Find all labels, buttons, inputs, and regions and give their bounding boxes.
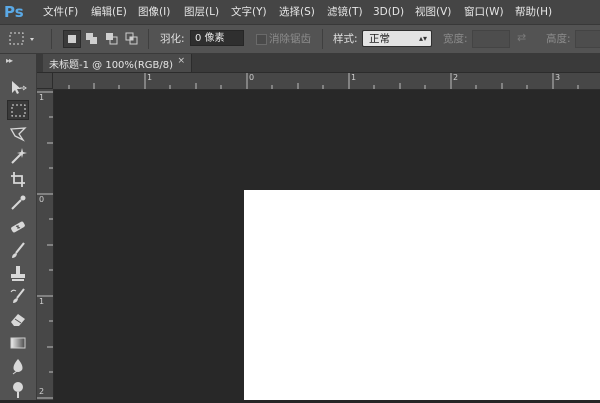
separator (51, 29, 52, 49)
clone-stamp-icon (11, 266, 25, 281)
menu-type[interactable]: 文字(Y) (231, 0, 267, 24)
antialias-checkbox[interactable] (256, 34, 267, 45)
crop-tool-icon (11, 172, 25, 187)
document-tab-title: 未标题-1 @ 100%(RGB/8) (49, 60, 174, 71)
menu-bar: Ps 文件(F) 编辑(E) 图像(I) 图层(L) 文字(Y) 选择(S) 滤… (0, 0, 600, 25)
marquee-tool[interactable] (7, 100, 29, 120)
menu-edit[interactable]: 编辑(E) (91, 0, 127, 24)
ruler-corner[interactable] (37, 73, 53, 89)
clone-stamp-tool[interactable] (7, 263, 29, 283)
menu-filter[interactable]: 滤镜(T) (327, 0, 363, 24)
marquee-preset-icon (9, 32, 34, 45)
ruler-label: 0 (249, 73, 255, 82)
eraser-icon (11, 314, 25, 326)
magic-wand-icon (11, 148, 27, 164)
vertical-ruler-ticks (37, 91, 53, 399)
ruler-label: 2 (39, 387, 45, 396)
feather-input[interactable]: 0 像素 (190, 30, 244, 46)
vertical-ruler[interactable]: 1 0 1 2 (37, 89, 54, 400)
blur-tool[interactable] (7, 356, 29, 376)
width-input[interactable] (472, 30, 510, 48)
document-tab[interactable]: 未标题-1 @ 100%(RGB/8) × (43, 54, 192, 72)
collapse-panel-icon[interactable]: ▸▸ (6, 56, 13, 65)
ruler-label: 0 (39, 195, 45, 204)
move-tool[interactable] (7, 78, 29, 98)
gradient-tool[interactable] (7, 333, 29, 353)
ruler-label: 1 (147, 73, 153, 82)
magic-wand-tool[interactable] (7, 146, 29, 166)
menu-help[interactable]: 帮助(H) (515, 0, 552, 24)
horizontal-ruler-ticks (68, 73, 579, 89)
separator (322, 29, 323, 49)
subtract-selection-button[interactable] (103, 30, 121, 48)
intersect-selection-icon (125, 32, 138, 45)
feather-label: 羽化: (160, 33, 185, 45)
ruler-label: 2 (453, 73, 459, 82)
intersect-selection-button[interactable] (123, 30, 141, 48)
brush-tool-icon (12, 242, 25, 258)
width-label: 宽度: (443, 33, 468, 45)
menu-select[interactable]: 选择(S) (279, 0, 315, 24)
lasso-tool[interactable] (7, 124, 29, 144)
history-brush-icon (10, 288, 25, 303)
style-select[interactable]: 正常 ▴▾ (362, 30, 432, 47)
chevron-updown-icon: ▴▾ (418, 34, 427, 43)
style-value: 正常 (369, 33, 390, 45)
marquee-tool-icon (11, 104, 26, 117)
ruler-label: 1 (39, 297, 45, 306)
eyedropper-tool[interactable] (7, 192, 29, 212)
close-icon[interactable]: × (177, 56, 185, 66)
ruler-label: 1 (39, 93, 45, 102)
menu-image[interactable]: 图像(I) (138, 0, 170, 24)
height-input[interactable] (575, 30, 600, 48)
add-selection-button[interactable] (83, 30, 101, 48)
height-label: 高度: (546, 33, 571, 45)
gradient-tool-icon (10, 337, 26, 349)
add-selection-icon (86, 33, 97, 44)
healing-brush-tool[interactable] (7, 217, 29, 237)
menu-layer[interactable]: 图层(L) (184, 0, 219, 24)
document-tab-bar: 未标题-1 @ 100%(RGB/8) × (37, 54, 600, 73)
lasso-tool-icon (9, 127, 27, 142)
menu-window[interactable]: 窗口(W) (464, 0, 504, 24)
ruler-label: 3 (555, 73, 561, 82)
new-selection-button[interactable] (63, 30, 81, 48)
dodge-tool-icon (13, 382, 23, 398)
style-label: 样式: (333, 33, 358, 45)
antialias-label: 消除锯齿 (269, 33, 311, 45)
healing-brush-icon (11, 221, 25, 233)
app-logo: Ps (4, 3, 24, 21)
brush-tool[interactable] (7, 240, 29, 260)
menu-view[interactable]: 视图(V) (415, 0, 451, 24)
swap-icon[interactable]: ⇄ (517, 31, 531, 45)
eraser-tool[interactable] (7, 309, 29, 329)
eyedropper-icon (11, 195, 26, 210)
ruler-label: 1 (351, 73, 357, 82)
new-selection-icon (68, 35, 76, 43)
horizontal-ruler[interactable]: 1 0 1 2 3 (53, 73, 600, 90)
tool-preset-picker[interactable] (8, 30, 40, 48)
subtract-selection-icon (106, 33, 118, 45)
menu-file[interactable]: 文件(F) (43, 0, 78, 24)
document-canvas[interactable] (244, 190, 600, 400)
history-brush-tool[interactable] (7, 286, 29, 306)
blur-tool-icon (12, 359, 23, 375)
separator (148, 29, 149, 49)
crop-tool[interactable] (7, 169, 29, 189)
options-bar: 羽化: 0 像素 消除锯齿 样式: 正常 ▴▾ 宽度: ⇄ 高度: (0, 25, 600, 54)
move-tool-icon (12, 81, 27, 94)
dodge-tool[interactable] (7, 379, 29, 399)
menu-3d[interactable]: 3D(D) (373, 0, 404, 24)
tools-panel: ▸▸ (0, 54, 37, 400)
